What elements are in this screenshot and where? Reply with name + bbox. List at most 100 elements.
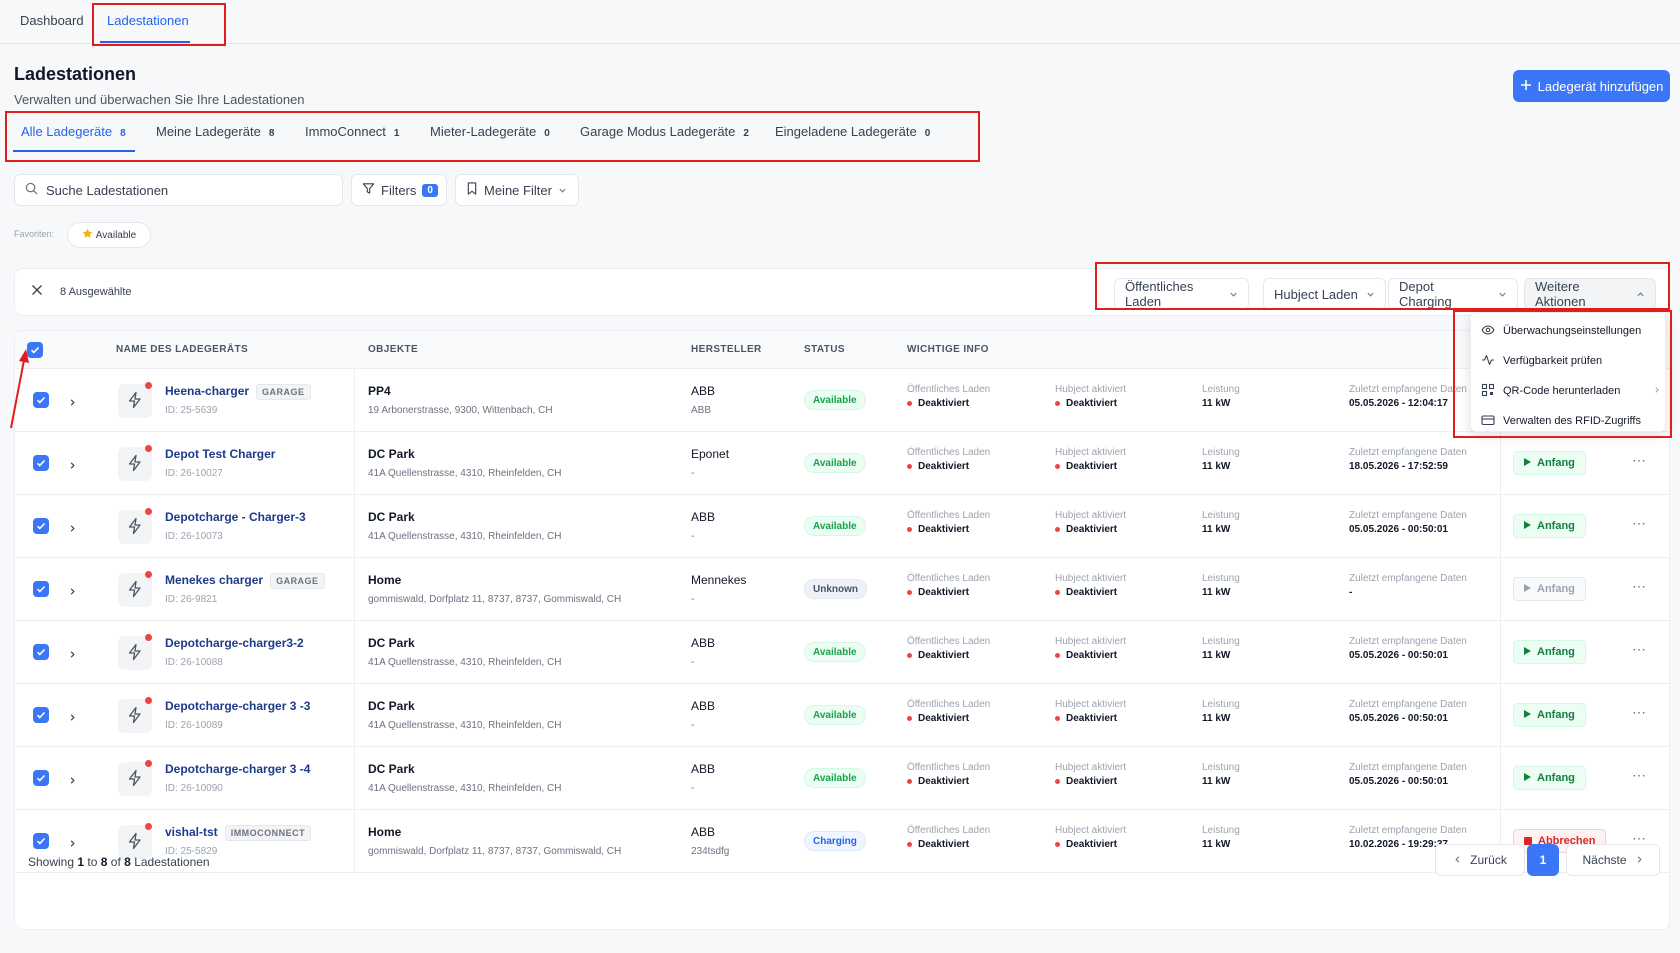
offline-indicator-dot [145,571,152,578]
page-1-button[interactable]: 1 [1527,844,1559,876]
status-dot [907,401,912,406]
object-address: 19 Arbonerstrasse, 9300, Wittenbach, CH [368,405,553,416]
manufacturer: Eponet [691,447,730,461]
table-row[interactable]: Heena-charger GARAGE ID: 25-5639 PP4 19 Arbo… [15,369,1669,432]
more-options-icon[interactable]: ⋯ [1632,767,1647,784]
hubject-info: Hubject aktiviert Deaktiviert [1055,510,1127,535]
more-options-icon[interactable]: ⋯ [1632,704,1647,721]
chevron-right-icon[interactable] [68,584,77,599]
more-options-icon[interactable]: ⋯ [1632,452,1647,469]
chevron-right-icon[interactable] [68,710,77,725]
annotation-arrow-icon [10,349,29,429]
charger-icon-box [118,825,152,859]
column-divider [1500,558,1501,620]
last-data-info: Zuletzt empfangene Daten 05.05.2026 - 00:… [1349,699,1467,724]
search-input[interactable] [46,182,326,198]
chevron-right-icon[interactable] [68,458,77,473]
public-charging-info: Öffentliches Laden Deaktiviert [907,510,991,535]
row-checkbox[interactable] [33,455,49,471]
page-subtitle: Verwalten und überwachen Sie Ihre Ladest… [14,92,305,107]
row-checkbox[interactable] [33,518,49,534]
row-action-label: Anfang [1537,772,1575,784]
charger-id: ID: 26-10088 [165,657,223,668]
previous-page-button[interactable]: Zurück [1435,844,1525,876]
next-page-button[interactable]: Nächste [1566,844,1660,876]
chevron-right-icon[interactable] [68,773,77,788]
pagination-summary: Showing 1 to 8 of 8 Ladestationen [28,855,210,869]
charger-name-link[interactable]: Depotcharge-charger 3 -4 [165,762,310,776]
charger-name-link[interactable]: Depotcharge - Charger-3 [165,510,306,524]
chevron-down-icon [558,183,567,198]
row-action-button[interactable]: Anfang [1513,451,1586,475]
offline-indicator-dot [145,445,152,452]
row-checkbox[interactable] [33,770,49,786]
table-row[interactable]: Depotcharge - Charger-3 ID: 26-10073 DC Pa… [15,495,1669,558]
add-charger-button[interactable]: Ladegerät hinzufügen [1513,70,1670,102]
hubject-info: Hubject aktiviert Deaktiviert [1055,762,1127,787]
public-charging-info: Öffentliches Laden Deaktiviert [907,762,991,787]
last-data-info: Zuletzt empfangene Daten 05.05.2026 - 12:… [1349,384,1467,409]
row-action-button[interactable]: Anfang [1513,766,1586,790]
row-checkbox[interactable] [33,707,49,723]
header-objects[interactable]: OBJEKTE [368,344,418,355]
row-checkbox[interactable] [33,581,49,597]
table-row[interactable]: Depotcharge-charger3-2 ID: 26-10088 DC Par… [15,621,1669,684]
charger-name-link[interactable]: Heena-charger [165,384,249,398]
power-info: Leistung 11 kW [1202,510,1240,535]
table-row[interactable]: Depot Test Charger ID: 26-10027 DC Park 41A… [15,432,1669,495]
chevron-right-icon[interactable] [68,836,77,851]
charger-name-link[interactable]: vishal-tst [165,825,218,839]
charger-tag-badge: IMMOCONNECT [224,824,312,841]
column-divider [354,621,355,683]
last-data-info: Zuletzt empfangene Daten - [1349,573,1467,598]
table-row[interactable]: Depotcharge-charger 3 -4 ID: 26-10090 DC P… [15,747,1669,810]
chevron-right-icon[interactable] [68,395,77,410]
row-action-button[interactable]: Anfang [1513,640,1586,664]
my-filters-button[interactable]: Meine Filter [455,174,579,206]
status-dot [907,842,912,847]
row-action-button[interactable]: Anfang [1513,514,1586,538]
favorite-chip-available[interactable]: Available [67,222,151,248]
status-dot [907,527,912,532]
lightning-bolt-icon [126,643,144,664]
header-name[interactable]: NAME DES LADEGERÄTS [116,344,248,355]
more-options-icon[interactable]: ⋯ [1632,578,1647,595]
power-info: Leistung 11 kW [1202,447,1240,472]
close-icon[interactable] [31,284,43,299]
table-row[interactable]: vishal-tst IMMOCONNECT ID: 25-5829 Home gomm… [15,810,1669,873]
status-badge: Available [804,390,866,410]
header-manufacturer[interactable]: HERSTELLER [691,344,762,355]
header-status[interactable]: STATUS [804,344,845,355]
chevron-right-icon [1635,853,1644,867]
more-options-icon[interactable]: ⋯ [1632,641,1647,658]
table-row[interactable]: Menekes charger GARAGE ID: 26-9821 Home gomm… [15,558,1669,621]
row-checkbox[interactable] [33,833,49,849]
chargers-table: NAME DES LADEGERÄTS OBJEKTE HERSTELLER S… [14,330,1670,930]
manufacturer-sub: ABB [691,405,712,416]
manufacturer: ABB [691,699,716,713]
row-action-button[interactable]: Anfang [1513,577,1586,601]
last-data-info: Zuletzt empfangene Daten 05.05.2026 - 00:… [1349,762,1467,787]
chevron-right-icon[interactable] [68,647,77,662]
tab-dashboard[interactable]: Dashboard [20,13,84,28]
offline-indicator-dot [145,382,152,389]
header-key-info: WICHTIGE INFO [907,344,989,355]
status-dot [1055,527,1060,532]
row-action-button[interactable]: Anfang [1513,703,1586,727]
hubject-info: Hubject aktiviert Deaktiviert [1055,636,1127,661]
status-badge: Available [804,516,866,536]
manufacturer-sub: 234tsdfg [691,846,730,857]
more-options-icon[interactable]: ⋯ [1632,515,1647,532]
row-checkbox[interactable] [33,644,49,660]
object-name: Home [368,825,402,839]
charger-name-link[interactable]: Depotcharge-charger 3 -3 [165,699,310,713]
charger-icon-box [118,384,152,418]
charger-name-link[interactable]: Menekes charger [165,573,263,587]
chevron-right-icon[interactable] [68,521,77,536]
filters-button[interactable]: Filters 0 [351,174,447,206]
lightning-bolt-icon [126,706,144,727]
charger-name-link[interactable]: Depotcharge-charger3-2 [165,636,304,650]
charger-name-link[interactable]: Depot Test Charger [165,447,275,461]
manufacturer: ABB [691,384,716,398]
table-row[interactable]: Depotcharge-charger 3 -3 ID: 26-10089 DC P… [15,684,1669,747]
